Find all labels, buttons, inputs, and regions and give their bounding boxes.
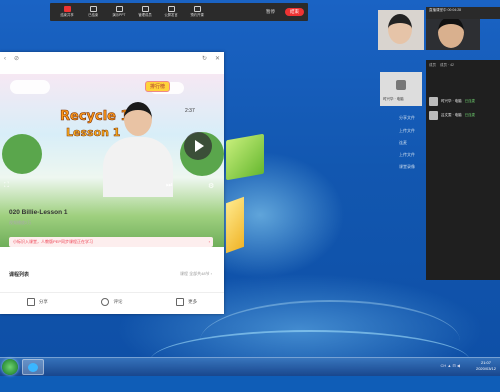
- menu-icon: [176, 298, 185, 306]
- end-meeting-button[interactable]: 结束: [285, 8, 304, 16]
- comment-button[interactable]: 评论: [101, 298, 122, 306]
- participant-card[interactable]: 时兴华 · 电脑: [380, 72, 422, 106]
- avatar: [429, 97, 438, 106]
- dock-label[interactable]: 上传文件: [399, 152, 415, 158]
- member-row[interactable]: 时兴华 · 电脑 已连麦: [429, 96, 497, 107]
- video-title-line1: Recycle 1: [60, 109, 130, 125]
- stop-share-button[interactable]: 结束共享: [54, 6, 80, 18]
- course-list-title: 课程列表: [9, 272, 30, 278]
- avatar: [429, 111, 438, 120]
- phone-bottom-actions: 分享 评论 更多: [0, 292, 224, 311]
- refresh-icon[interactable]: ↻: [202, 55, 207, 62]
- close-icon[interactable]: ✕: [215, 55, 220, 62]
- fullscreen-icon[interactable]: ⛶: [4, 182, 9, 190]
- windows-logo-green: [226, 133, 264, 181]
- calendar-icon: [193, 6, 201, 12]
- windows-taskbar: CH ▲ ⊟ ◀ 21:07 2020/03/12: [0, 357, 500, 376]
- camera-tile-student[interactable]: [378, 10, 424, 50]
- pause-button[interactable]: 暂停: [266, 9, 275, 15]
- back-icon[interactable]: ‹: [4, 56, 6, 62]
- share-button[interactable]: 分享: [26, 298, 48, 306]
- taskbar-app-button[interactable]: [22, 359, 44, 375]
- video-time: 2:37: [185, 108, 195, 114]
- lesson-subtitle: 视频播放2万: [9, 220, 32, 225]
- member-row[interactable]: 吕文雯 · 电脑 已连麦: [429, 110, 497, 121]
- member-panel: 成员 成员 · 42 时兴华 · 电脑 已连麦 吕文雯 · 电脑 已连麦: [426, 60, 500, 280]
- teacher-face: [438, 16, 464, 48]
- ppt-button[interactable]: 演示PPT: [106, 6, 132, 18]
- member-panel-header: 成员 成员 · 42: [429, 62, 455, 67]
- session-status-bar: 直播课堂中 00:04:28: [426, 7, 500, 19]
- play-button[interactable]: [184, 132, 212, 160]
- app-icon: [28, 363, 38, 372]
- chat-icon: [167, 6, 175, 12]
- tree-decoration: [2, 134, 42, 174]
- chat-button[interactable]: 公屏发言: [158, 6, 184, 18]
- windows-logo-yellow: [226, 196, 244, 254]
- stop-share-icon: [63, 6, 71, 12]
- next-icon[interactable]: ⏭: [166, 182, 172, 190]
- dock-label[interactable]: 连麦: [399, 140, 407, 146]
- course-list-more[interactable]: 课程 全部共48节 ›: [180, 271, 212, 277]
- dock-label[interactable]: 课堂录像: [399, 164, 415, 170]
- members-button[interactable]: 管理成员: [132, 6, 158, 18]
- notice-banner[interactable]: 小标识入课堂，人教版PEP同步课程正在学习 ›: [9, 237, 213, 247]
- settings-icon[interactable]: ⚙: [208, 182, 214, 190]
- chevron-right-icon: ›: [208, 239, 210, 244]
- system-tray[interactable]: CH ▲ ⊟ ◀: [441, 363, 461, 368]
- cloud-decoration: [10, 80, 50, 94]
- lesson-title: 020 Billie-Lesson 1: [9, 209, 68, 216]
- people-icon: [141, 6, 149, 12]
- presenter-head: [124, 102, 152, 136]
- share-icon: [26, 298, 35, 306]
- link-icon[interactable]: ⊘: [14, 55, 19, 62]
- play-icon: [195, 140, 204, 152]
- phone-top-bar: ‹ ⊘ ↻ ✕: [0, 52, 224, 65]
- meeting-toolbar: 结束共享 已结束 演示PPT 管理成员 公屏发言 预约开课 暂停 结束: [50, 3, 308, 21]
- start-button[interactable]: [2, 359, 18, 375]
- student-face: [388, 14, 412, 44]
- phone-mirror-window: ‹ ⊘ ↻ ✕ Recycle 1 Lesson 1 排行榜 2:37 ⛶ ⏭ …: [0, 52, 224, 314]
- comment-icon: [101, 298, 110, 306]
- dock-label[interactable]: 上传文件: [399, 128, 415, 134]
- rank-badge[interactable]: 排行榜: [145, 81, 171, 92]
- dock-label[interactable]: 分享文件: [399, 115, 415, 121]
- more-button[interactable]: 更多: [176, 298, 197, 306]
- schedule-button[interactable]: 预约开课: [184, 6, 210, 18]
- computer-icon: [396, 80, 406, 90]
- ended-button[interactable]: 已结束: [80, 6, 106, 18]
- video-title-line2: Lesson 1: [66, 126, 121, 140]
- presenter-body: [103, 137, 173, 197]
- ppt-icon: [115, 6, 123, 12]
- pause-icon: [89, 6, 97, 12]
- clock[interactable]: 21:07 2020/03/12: [476, 360, 496, 372]
